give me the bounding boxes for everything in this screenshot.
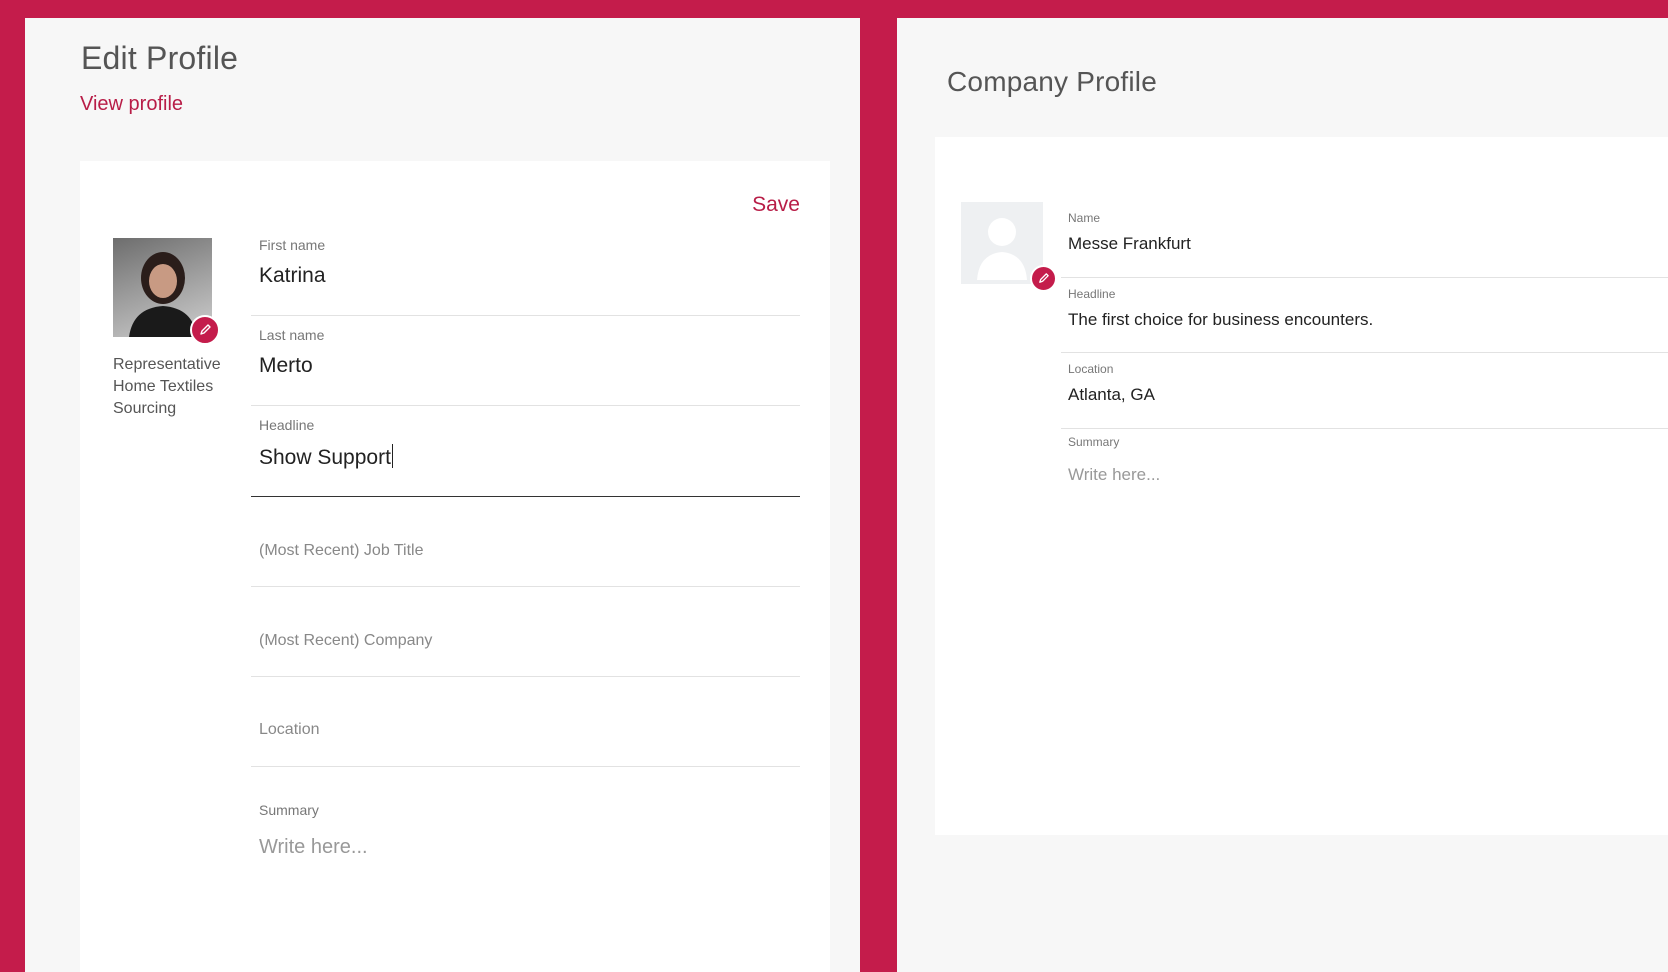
company-location-value: Atlanta, GA <box>1068 385 1155 404</box>
first-name-value: Katrina <box>259 264 326 287</box>
page-title: Edit Profile <box>81 40 239 76</box>
company-summary-label: Summary <box>1068 435 1120 449</box>
company-headline-value: The first choice for business encounters… <box>1068 310 1374 329</box>
summary-placeholder: Write here... <box>259 836 368 858</box>
page-title: Company Profile <box>947 66 1157 97</box>
role-line: Sourcing <box>113 400 177 417</box>
company-summary-placeholder: Write here... <box>1068 465 1161 484</box>
company-field[interactable]: (Most Recent) Company <box>251 587 800 677</box>
role-line: Representative <box>113 356 221 373</box>
company-profile-panel: Company Profile Name Messe Frankfurt Hea… <box>897 18 1668 972</box>
job-title-field[interactable]: (Most Recent) Job Title <box>251 497 800 587</box>
company-location-label: Location <box>1068 362 1114 376</box>
pencil-icon[interactable] <box>1030 265 1057 292</box>
edit-profile-card: Save Representative Home Textiles Sourci… <box>80 161 830 972</box>
location-placeholder: Location <box>259 721 320 738</box>
pencil-icon[interactable] <box>190 315 220 345</box>
company-location-field[interactable]: Location Atlanta, GA <box>1061 353 1668 429</box>
company-name-label: Name <box>1068 211 1101 225</box>
avatar[interactable] <box>113 238 220 345</box>
first-name-field[interactable]: First name Katrina <box>251 232 800 316</box>
location-field[interactable]: Location <box>251 677 800 767</box>
headline-value: Show Support <box>259 444 393 470</box>
company-logo[interactable] <box>961 202 1057 292</box>
company-headline-label: Headline <box>1068 287 1116 301</box>
role-line: Home Textiles <box>113 378 214 395</box>
company-placeholder: (Most Recent) Company <box>259 632 433 649</box>
last-name-value: Merto <box>259 354 313 377</box>
company-name-value: Messe Frankfurt <box>1068 234 1191 253</box>
save-button[interactable]: Save <box>752 193 800 217</box>
summary-field[interactable]: Summary Write here... <box>251 767 800 897</box>
text-cursor <box>391 444 393 468</box>
last-name-label: Last name <box>259 327 325 343</box>
first-name-label: First name <box>259 237 326 253</box>
company-name-field[interactable]: Name Messe Frankfurt <box>1061 198 1668 278</box>
role-description: Representative Home Textiles Sourcing <box>113 354 248 420</box>
company-profile-card: Name Messe Frankfurt Headline The first … <box>935 137 1668 835</box>
company-headline-field[interactable]: Headline The first choice for business e… <box>1061 278 1668 353</box>
job-title-placeholder: (Most Recent) Job Title <box>259 542 424 559</box>
last-name-field[interactable]: Last name Merto <box>251 316 800 406</box>
summary-label: Summary <box>259 802 319 818</box>
edit-profile-panel: Edit Profile View profile Save Represent… <box>25 18 860 972</box>
view-profile-link[interactable]: View profile <box>80 93 183 116</box>
headline-label: Headline <box>259 417 315 433</box>
headline-text: Show Support <box>259 446 391 469</box>
headline-field[interactable]: Headline Show Support <box>251 406 800 497</box>
company-summary-field[interactable]: Summary Write here... <box>1061 429 1668 509</box>
